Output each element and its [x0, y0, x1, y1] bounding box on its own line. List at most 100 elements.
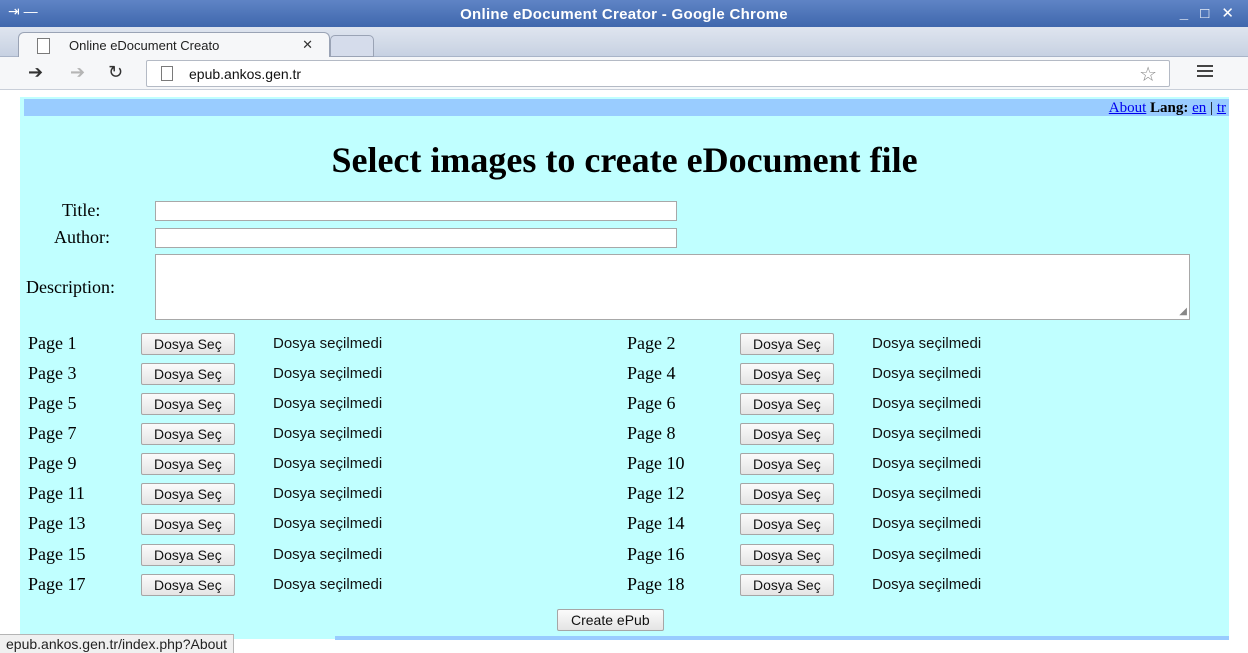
description-textarea[interactable]: ◢ [155, 254, 1190, 320]
page-label: Page 1 [28, 333, 77, 353]
page-label: Page 4 [627, 363, 676, 383]
page-label: Page 7 [28, 423, 77, 443]
file-status: Dosya seçilmedi [273, 455, 383, 472]
choose-file-button[interactable]: Dosya Seç [141, 513, 235, 535]
page-content: About Lang: en | tr Select images to cre… [20, 97, 1229, 639]
choose-file-button[interactable]: Dosya Seç [740, 483, 834, 505]
file-status: Dosya seçilmedi [273, 365, 383, 382]
choose-file-button[interactable]: Dosya Seç [740, 544, 834, 566]
choose-file-button[interactable]: Dosya Seç [740, 574, 834, 596]
create-epub-button[interactable]: Create ePub [557, 609, 664, 631]
page-label: Page 17 [28, 574, 86, 594]
file-status: Dosya seçilmedi [872, 365, 982, 382]
choose-file-button[interactable]: Dosya Seç [141, 574, 235, 596]
tab-strip: Online eDocument Creato ✕ [0, 27, 1248, 58]
tab-close-icon[interactable]: ✕ [302, 37, 313, 53]
page-icon [37, 38, 50, 54]
page-label: Page 16 [627, 544, 685, 564]
window-controls[interactable]: _ □ ✕ [1180, 4, 1238, 22]
page-row: Page 14 Dosya Seç Dosya seçilmedi [627, 513, 1187, 537]
page-label: Page 13 [28, 513, 86, 533]
choose-file-button[interactable]: Dosya Seç [740, 453, 834, 475]
back-arrow-icon[interactable]: ➔ [28, 62, 43, 83]
page-row: Page 1 Dosya Seç Dosya seçilmedi [28, 333, 588, 357]
choose-file-button[interactable]: Dosya Seç [141, 393, 235, 415]
choose-file-button[interactable]: Dosya Seç [141, 363, 235, 385]
file-status: Dosya seçilmedi [872, 335, 982, 352]
resize-grip-icon[interactable]: ◢ [1179, 306, 1187, 317]
choose-file-button[interactable]: Dosya Seç [740, 393, 834, 415]
page-row: Page 13 Dosya Seç Dosya seçilmedi [28, 513, 588, 537]
file-status: Dosya seçilmedi [273, 576, 383, 593]
page-row: Page 15 Dosya Seç Dosya seçilmedi [28, 544, 588, 568]
author-input[interactable] [155, 228, 677, 248]
page-label: Page 18 [627, 574, 685, 594]
page-label: Page 14 [627, 513, 685, 533]
header-band: About Lang: en | tr [24, 99, 1229, 116]
reload-icon[interactable]: ↻ [108, 62, 123, 83]
page-row: Page 11 Dosya Seç Dosya seçilmedi [28, 483, 588, 507]
page-title: Select images to create eDocument file [331, 140, 918, 180]
page-label: Page 5 [28, 393, 77, 413]
header-links: About Lang: en | tr [1109, 100, 1226, 117]
page-row: Page 8 Dosya Seç Dosya seçilmedi [627, 423, 1187, 447]
file-status: Dosya seçilmedi [872, 546, 982, 563]
forward-arrow-icon[interactable]: ➔ [70, 62, 85, 83]
file-status: Dosya seçilmedi [273, 515, 383, 532]
address-bar[interactable]: epub.ankos.gen.tr ☆ [146, 60, 1170, 87]
page-label: Page 2 [627, 333, 676, 353]
choose-file-button[interactable]: Dosya Seç [141, 544, 235, 566]
page-row: Page 9 Dosya Seç Dosya seçilmedi [28, 453, 588, 477]
bookmark-star-icon[interactable]: ☆ [1139, 62, 1157, 87]
address-url[interactable]: epub.ankos.gen.tr [189, 66, 301, 82]
choose-file-button[interactable]: Dosya Seç [141, 483, 235, 505]
choose-file-button[interactable]: Dosya Seç [740, 363, 834, 385]
browser-window: ⇥ — Online eDocument Creator - Google Ch… [0, 0, 1248, 653]
choose-file-button[interactable]: Dosya Seç [141, 453, 235, 475]
choose-file-button[interactable]: Dosya Seç [740, 423, 834, 445]
tab-online-edocument-creator[interactable]: Online eDocument Creato ✕ [18, 32, 330, 58]
file-status: Dosya seçilmedi [273, 395, 383, 412]
file-status: Dosya seçilmedi [273, 485, 383, 502]
choose-file-button[interactable]: Dosya Seç [740, 513, 834, 535]
about-link[interactable]: About [1109, 100, 1147, 116]
file-status: Dosya seçilmedi [273, 546, 383, 563]
lang-tr-link[interactable]: tr [1217, 100, 1226, 116]
page-label: Page 3 [28, 363, 77, 383]
choose-file-button[interactable]: Dosya Seç [141, 333, 235, 355]
file-status: Dosya seçilmedi [872, 455, 982, 472]
page-row: Page 5 Dosya Seç Dosya seçilmedi [28, 393, 588, 417]
page-row: Page 17 Dosya Seç Dosya seçilmedi [28, 574, 588, 598]
page-row: Page 16 Dosya Seç Dosya seçilmedi [627, 544, 1187, 568]
file-status: Dosya seçilmedi [273, 425, 383, 442]
new-tab-button[interactable] [330, 35, 374, 57]
window-titlebar[interactable]: ⇥ — Online eDocument Creator - Google Ch… [0, 0, 1248, 27]
page-label: Page 15 [28, 544, 86, 564]
page-row: Page 7 Dosya Seç Dosya seçilmedi [28, 423, 588, 447]
tab-label: Online eDocument Creato [69, 38, 220, 53]
footer-band [335, 636, 1229, 640]
chrome-menu-icon[interactable] [1197, 65, 1213, 79]
window-title: Online eDocument Creator - Google Chrome [460, 6, 788, 23]
file-status: Dosya seçilmedi [872, 395, 982, 412]
file-status: Dosya seçilmedi [872, 515, 982, 532]
page-label: Page 12 [627, 483, 685, 503]
page-label: Page 9 [28, 453, 77, 473]
page-row: Page 3 Dosya Seç Dosya seçilmedi [28, 363, 588, 387]
page-icon [161, 66, 173, 81]
page-row: Page 18 Dosya Seç Dosya seçilmedi [627, 574, 1187, 598]
file-status: Dosya seçilmedi [273, 335, 383, 352]
status-bar-url: epub.ankos.gen.tr/index.php?About [0, 634, 235, 653]
page-label: Page 10 [627, 453, 685, 473]
title-label: Title: [62, 200, 101, 220]
choose-file-button[interactable]: Dosya Seç [141, 423, 235, 445]
description-label: Description: [26, 277, 115, 297]
lang-en-link[interactable]: en [1192, 100, 1206, 116]
page-row: Page 4 Dosya Seç Dosya seçilmedi [627, 363, 1187, 387]
browser-toolbar: ➔ ➔ ↻ epub.ankos.gen.tr ☆ [0, 57, 1248, 90]
lang-separator: | [1210, 100, 1214, 116]
page-label: Page 11 [28, 483, 85, 503]
choose-file-button[interactable]: Dosya Seç [740, 333, 834, 355]
title-input[interactable] [155, 201, 677, 221]
page-row: Page 12 Dosya Seç Dosya seçilmedi [627, 483, 1187, 507]
